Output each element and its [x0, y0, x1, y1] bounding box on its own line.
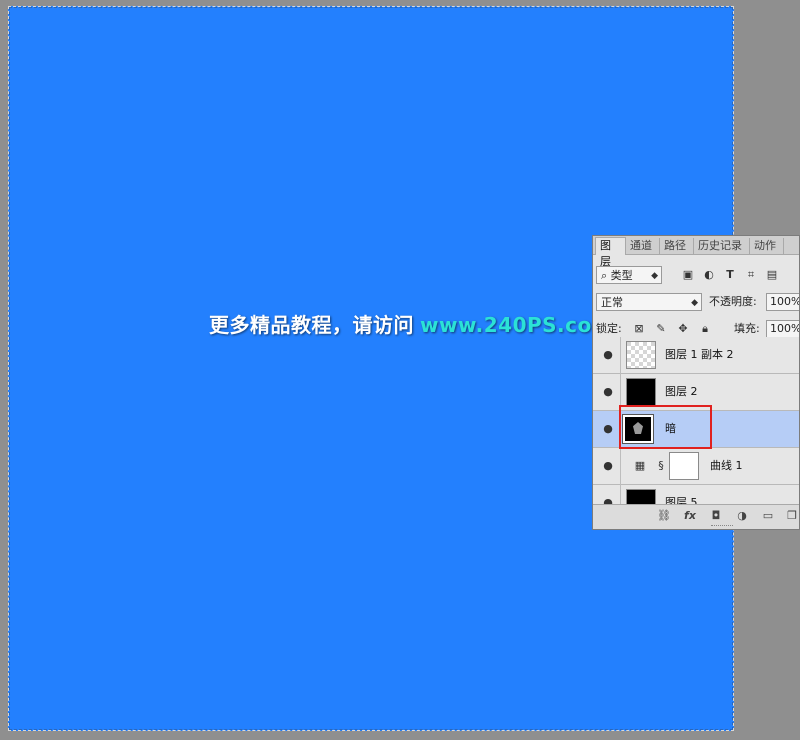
panel-tabs: 图层 通道 路径 历史记录 动作: [593, 236, 799, 268]
tab-history[interactable]: 历史记录: [694, 238, 750, 254]
layer-mask-thumbnail[interactable]: [669, 452, 699, 480]
tab-paths[interactable]: 路径: [660, 238, 694, 254]
adjustment-filter-icon[interactable]: ◐: [702, 268, 716, 282]
lock-label: 锁定:: [596, 322, 622, 335]
filter-kind-select[interactable]: ⌕ 类型 ◆: [596, 266, 662, 284]
search-icon: ⌕: [601, 269, 608, 282]
adjustment-layer-icon[interactable]: ◑: [735, 509, 749, 523]
blend-mode-label: 正常: [601, 296, 623, 309]
type-filter-icon[interactable]: T: [723, 268, 737, 282]
resize-grip[interactable]: [711, 525, 733, 528]
panel-bottom-bar: ⛓ fx ◘ ◑ ▭ ❐: [593, 504, 799, 529]
visibility-eye-icon[interactable]: ●: [601, 386, 615, 398]
curves-adjustment-icon[interactable]: ▦: [633, 459, 647, 473]
layer-thumbnail[interactable]: [626, 378, 656, 406]
visibility-eye-icon[interactable]: ●: [601, 460, 615, 472]
lock-all-icon[interactable]: 🔒︎: [698, 322, 712, 336]
fill-input[interactable]: 100%: [766, 320, 799, 338]
tab-layers[interactable]: 图层: [595, 237, 626, 268]
highlight-box: [619, 405, 712, 449]
watermark: 更多精品教程，请访问 www.240PS.com: [209, 309, 613, 338]
layers-panel: 图层 通道 路径 历史记录 动作 ⌕ 类型 ◆ ▣ ◐ T ⌗ ▤ 正常 ◆ 不…: [592, 235, 800, 530]
stepper-icon: ◆: [691, 298, 698, 308]
divider: [620, 448, 621, 485]
blend-mode-select[interactable]: 正常 ◆: [596, 293, 702, 311]
tab-channels[interactable]: 通道: [626, 238, 660, 254]
filter-kind-label: 类型: [610, 269, 633, 282]
layer-name[interactable]: 图层 1 副本 2: [665, 348, 734, 362]
filter-row: ⌕ 类型 ◆ ▣ ◐ T ⌗ ▤: [596, 266, 799, 287]
layer-name[interactable]: 曲线 1: [710, 459, 743, 473]
link-layers-icon[interactable]: ⛓: [657, 509, 671, 523]
chain-link-icon[interactable]: §: [654, 459, 668, 473]
lock-paint-icon[interactable]: ✎: [654, 322, 668, 336]
divider: [620, 337, 621, 374]
stepper-icon: ◆: [651, 271, 658, 281]
new-group-icon[interactable]: ▭: [761, 509, 775, 523]
layer-name[interactable]: 图层 2: [665, 385, 698, 399]
opacity-input[interactable]: 100%: [766, 293, 799, 311]
watermark-text: 更多精品教程，请访问: [209, 313, 414, 337]
layer-row[interactable]: ● ▦ § 曲线 1: [593, 448, 799, 485]
fx-icon[interactable]: fx: [683, 509, 697, 523]
layer-row[interactable]: ● 图层 1 副本 2: [593, 337, 799, 374]
shape-filter-icon[interactable]: ⌗: [744, 268, 758, 282]
lock-move-icon[interactable]: ✥: [676, 322, 690, 336]
fill-label: 填充:: [734, 322, 760, 335]
watermark-url: www.240PS.com: [420, 313, 614, 337]
blend-row: 正常 ◆ 不透明度: 100%: [596, 293, 799, 313]
layer-thumbnail[interactable]: [626, 341, 656, 369]
opacity-label: 不透明度:: [709, 295, 757, 308]
pixel-filter-icon[interactable]: ▣: [681, 268, 695, 282]
tab-actions[interactable]: 动作: [750, 238, 784, 254]
new-layer-icon[interactable]: ❐: [785, 509, 799, 523]
add-mask-icon[interactable]: ◘: [709, 509, 723, 523]
smart-object-filter-icon[interactable]: ▤: [765, 268, 779, 282]
visibility-eye-icon[interactable]: ●: [601, 423, 615, 435]
visibility-eye-icon[interactable]: ●: [601, 349, 615, 361]
lock-transparent-icon[interactable]: ⊠: [632, 322, 646, 336]
